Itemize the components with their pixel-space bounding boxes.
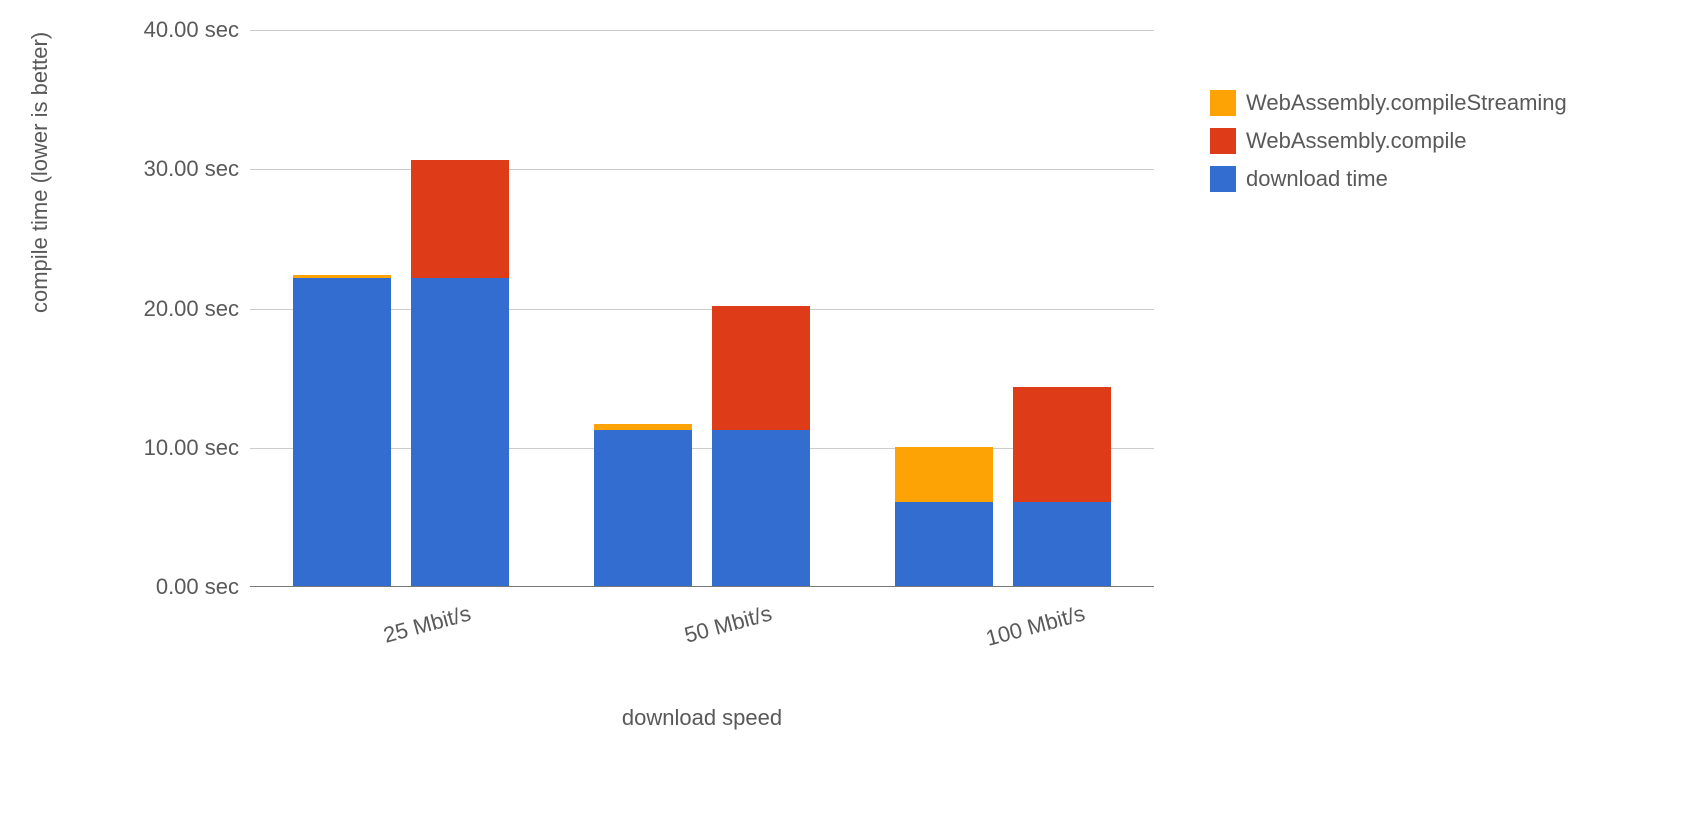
bar-group: [293, 160, 509, 586]
segment-download: [411, 278, 509, 586]
legend-swatch-compile: [1210, 128, 1236, 154]
y-tick-label: 30.00 sec: [144, 156, 239, 182]
x-tick-label: 50 Mbit/s: [682, 600, 775, 648]
y-tick-label: 10.00 sec: [144, 435, 239, 461]
plot-area: [250, 30, 1154, 587]
legend: WebAssembly.compileStreaming WebAssembly…: [1210, 90, 1567, 192]
segment-stream: [895, 447, 993, 503]
bar: [712, 306, 810, 586]
segment-download: [293, 278, 391, 586]
legend-label: WebAssembly.compileStreaming: [1246, 90, 1567, 116]
legend-swatch-streaming: [1210, 90, 1236, 116]
bar: [293, 275, 391, 586]
legend-label: download time: [1246, 166, 1388, 192]
bar-group: [895, 387, 1111, 586]
segment-download: [895, 502, 993, 586]
legend-item-download: download time: [1210, 166, 1567, 192]
segment-download: [712, 430, 810, 586]
bar: [411, 160, 509, 586]
segment-compile: [1013, 387, 1111, 503]
legend-item-compile: WebAssembly.compile: [1210, 128, 1567, 154]
segment-download: [594, 430, 692, 586]
x-axis-title: download speed: [250, 705, 1154, 731]
y-tick-label: 40.00 sec: [144, 17, 239, 43]
gridline: [250, 30, 1154, 31]
y-tick-label: 0.00 sec: [156, 574, 239, 600]
bar: [1013, 387, 1111, 586]
bar: [895, 447, 993, 586]
segment-download: [1013, 502, 1111, 586]
bar-group: [594, 306, 810, 586]
bar: [594, 424, 692, 586]
chart-wrapper: compile time (lower is better) download …: [50, 20, 1630, 800]
segment-compile: [411, 160, 509, 278]
x-tick-label: 100 Mbit/s: [983, 600, 1088, 651]
y-axis-title: compile time (lower is better): [27, 32, 53, 313]
plot-container: download speed 0.00 sec10.00 sec20.00 se…: [250, 20, 1154, 620]
segment-compile: [712, 306, 810, 430]
legend-item-streaming: WebAssembly.compileStreaming: [1210, 90, 1567, 116]
y-tick-label: 20.00 sec: [144, 296, 239, 322]
x-tick-label: 25 Mbit/s: [380, 600, 473, 648]
legend-label: WebAssembly.compile: [1246, 128, 1466, 154]
legend-swatch-download: [1210, 166, 1236, 192]
